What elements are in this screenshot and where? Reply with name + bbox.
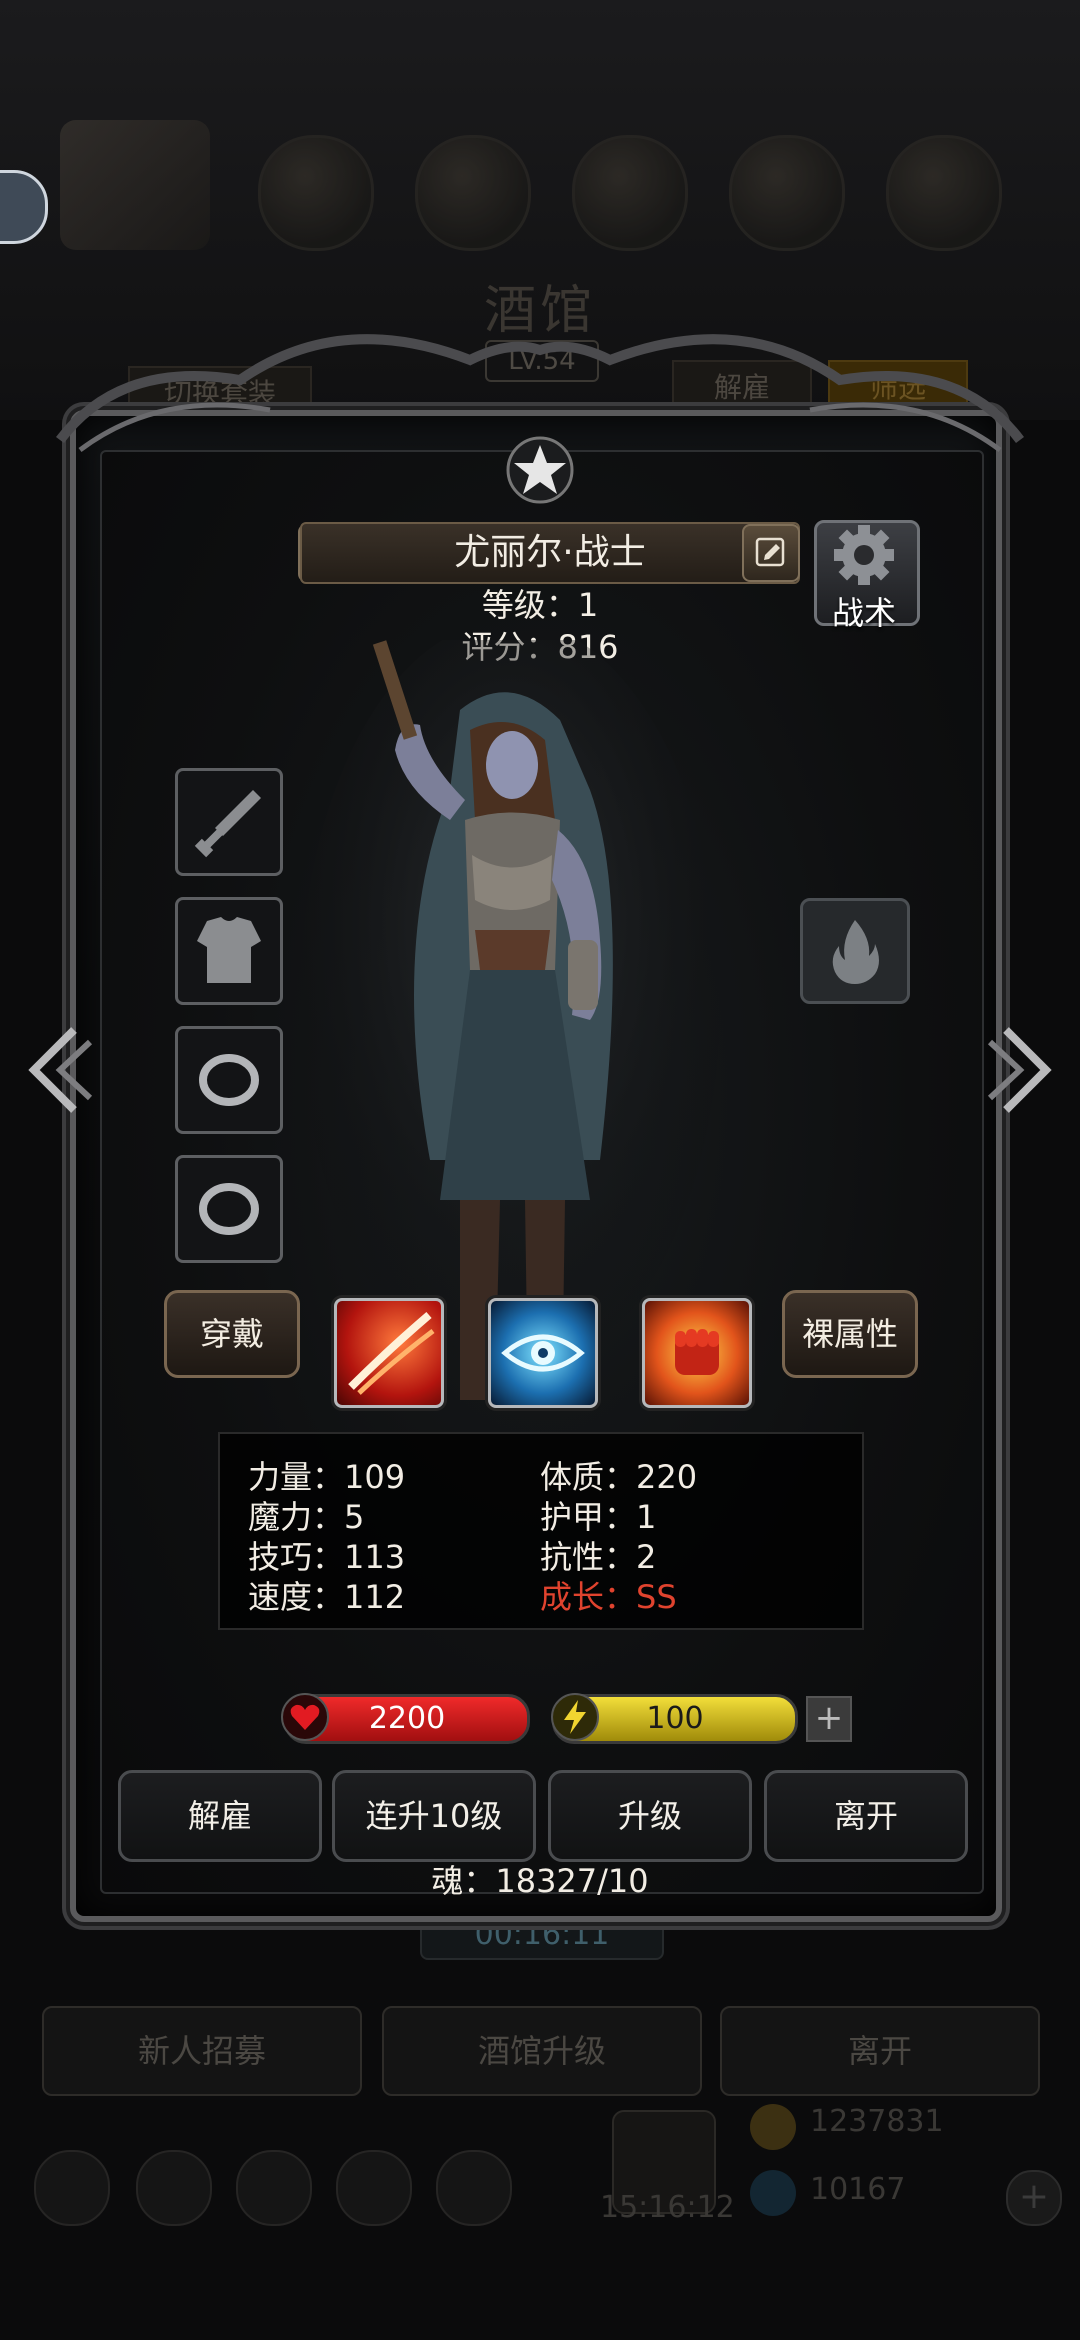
add-energy-button[interactable]: + (806, 1696, 852, 1742)
menu-icon[interactable] (572, 135, 688, 251)
menu-icon[interactable] (886, 135, 1002, 251)
heart-icon (281, 1693, 329, 1741)
edit-name-button[interactable] (742, 524, 800, 582)
dismiss-button[interactable]: 解雇 (118, 1770, 322, 1862)
soul-counter: 魂：18327/10 (431, 1862, 649, 1900)
menu-icon[interactable] (258, 135, 374, 251)
hp-value: 2200 (368, 1701, 446, 1736)
ring-icon (199, 1183, 259, 1235)
skill-slot-2[interactable] (488, 1298, 598, 1408)
fist-skill-icon (675, 1329, 719, 1375)
dock-icon[interactable] (436, 2150, 512, 2226)
skill-slot-1[interactable] (334, 1298, 444, 1408)
slash-skill-icon (348, 1311, 435, 1395)
ring-icon (199, 1054, 259, 1106)
hero-name: 尤丽尔·战士 (300, 522, 800, 584)
stat-speed: 速度：112 (248, 1578, 406, 1616)
gold-icon (750, 2104, 796, 2150)
wear-button[interactable]: 穿戴 (164, 1290, 300, 1378)
clock-text: 15:16:12 (600, 2190, 735, 2225)
leave-button[interactable]: 离开 (764, 1770, 968, 1862)
pencil-icon (755, 537, 785, 567)
leave-tavern-button[interactable]: 离开 (720, 2006, 1040, 2096)
tactics-label: 战术 (831, 594, 896, 632)
base-attributes-button[interactable]: 裸属性 (782, 1290, 918, 1378)
flame-icon (832, 920, 879, 984)
eye-skill-icon (501, 1334, 585, 1372)
armor-icon (197, 917, 261, 983)
next-hero-arrow[interactable] (986, 1020, 1066, 1120)
dock-icon[interactable] (236, 2150, 312, 2226)
dock-icon[interactable] (336, 2150, 412, 2226)
gear-icon (834, 525, 894, 585)
ring-slot-1[interactable] (175, 1026, 283, 1134)
level-up-10-button[interactable]: 连升10级 (332, 1770, 536, 1862)
tavern-upgrade-button[interactable]: 酒馆升级 (382, 2006, 702, 2096)
star-icon (506, 436, 574, 504)
hero-portrait (300, 640, 720, 1400)
energy-value: 100 (646, 1701, 704, 1736)
stat-growth: 成长：SS (540, 1578, 677, 1616)
skill-slot-3[interactable] (642, 1298, 752, 1408)
armor-slot[interactable] (175, 897, 283, 1005)
add-currency-icon[interactable]: + (1006, 2170, 1062, 2226)
lightning-icon (551, 1693, 599, 1741)
menu-icon[interactable] (415, 135, 531, 251)
gem-icon (750, 2170, 796, 2216)
menu-icon[interactable] (729, 135, 845, 251)
recruit-button[interactable]: 新人招募 (42, 2006, 362, 2096)
ring-slot-2[interactable] (175, 1155, 283, 1263)
element-slot[interactable] (800, 898, 910, 1004)
weapon-slot[interactable] (175, 768, 283, 876)
player-avatar[interactable] (60, 120, 210, 250)
star-crest (480, 420, 600, 520)
dock-icon[interactable] (136, 2150, 212, 2226)
prev-hero-arrow[interactable] (14, 1020, 94, 1120)
gem-amount: 10167 (810, 2172, 906, 2207)
gold-amount: 1237831 (810, 2104, 944, 2139)
sword-icon (194, 790, 261, 858)
dock-icon[interactable] (34, 2150, 110, 2226)
level-up-button[interactable]: 升级 (548, 1770, 752, 1862)
